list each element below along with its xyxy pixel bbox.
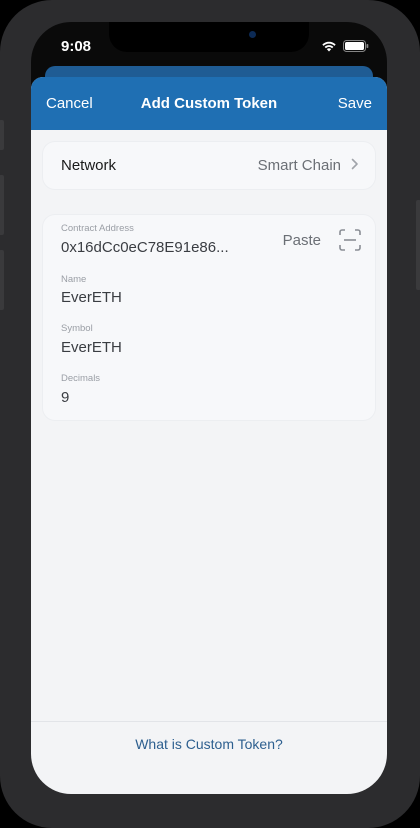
camera-icon [249, 31, 256, 38]
network-value: Smart Chain [257, 157, 341, 174]
decimals-field[interactable]: 9 [61, 389, 69, 406]
paste-button[interactable]: Paste [283, 232, 321, 249]
status-icons [321, 39, 369, 57]
cancel-button[interactable]: Cancel [46, 95, 93, 112]
mute-switch [0, 120, 4, 150]
volume-up-button [0, 175, 4, 235]
chevron-right-icon [351, 157, 359, 174]
symbol-field[interactable]: EverETH [61, 339, 122, 356]
network-label: Network [61, 157, 117, 174]
volume-down-button [0, 250, 4, 310]
add-custom-token-sheet: Cancel Add Custom Token Save Network Sma… [31, 77, 387, 794]
battery-icon [343, 39, 369, 57]
status-time: 9:08 [61, 38, 92, 55]
save-button[interactable]: Save [338, 95, 372, 112]
wifi-icon [321, 39, 337, 57]
qr-scan-icon[interactable] [339, 229, 361, 256]
phone-frame: 9:08 Cancel Add Custom Token Save Networ… [0, 0, 420, 828]
navigation-bar: Cancel Add Custom Token Save [31, 77, 387, 130]
name-label: Name [61, 274, 87, 285]
contract-address-label: Contract Address [61, 223, 134, 234]
token-form: Contract Address 0x16dCc0eC78E91e86... P… [43, 215, 375, 420]
footer-divider [31, 721, 387, 722]
decimals-label: Decimals [61, 373, 101, 384]
network-value-group: Smart Chain [258, 157, 359, 174]
screen: 9:08 Cancel Add Custom Token Save Networ… [31, 22, 387, 794]
notch [109, 22, 309, 52]
symbol-label: Symbol [61, 323, 93, 334]
name-field[interactable]: EverETH [61, 289, 122, 306]
contract-address-field[interactable]: 0x16dCc0eC78E91e86... [61, 239, 229, 256]
network-selector[interactable]: Network Smart Chain [43, 142, 375, 189]
power-button [416, 200, 420, 290]
what-is-custom-token-link[interactable]: What is Custom Token? [31, 736, 387, 752]
